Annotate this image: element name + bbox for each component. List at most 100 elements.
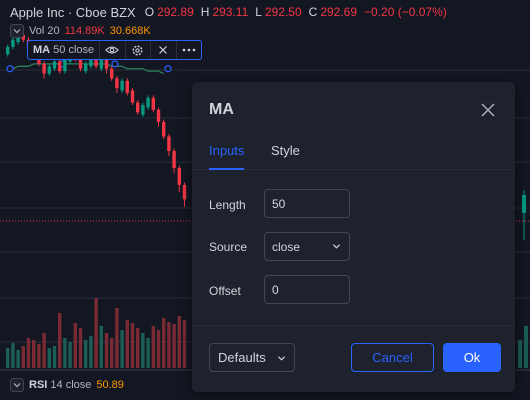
volume-bar bbox=[26, 338, 31, 368]
more-icon[interactable] bbox=[175, 41, 201, 59]
volume-bar bbox=[141, 333, 145, 368]
eye-icon[interactable] bbox=[99, 41, 124, 59]
source-select[interactable]: close bbox=[264, 232, 350, 261]
source-label: Source bbox=[209, 240, 248, 254]
ma-selection-handle bbox=[164, 65, 172, 73]
chevron-down-icon bbox=[277, 356, 286, 361]
source-value: close bbox=[272, 239, 301, 254]
offset-input[interactable]: 0 bbox=[264, 275, 350, 304]
candle-body bbox=[167, 136, 171, 151]
cancel-button[interactable]: Cancel bbox=[351, 343, 434, 372]
ok-button[interactable]: Ok bbox=[443, 343, 501, 372]
volume-bar bbox=[89, 336, 93, 368]
symbol-name[interactable]: Apple Inc · Cboe BZX bbox=[10, 5, 136, 20]
volume-bar bbox=[524, 326, 528, 368]
ma-name: MA bbox=[33, 44, 51, 56]
volume-bar bbox=[151, 326, 155, 368]
volume-bar bbox=[130, 323, 135, 368]
volume-name[interactable]: Vol 20 bbox=[29, 25, 60, 37]
rsi-legend: RSI 14 close 50.89 bbox=[10, 377, 124, 393]
candle-body bbox=[136, 102, 140, 113]
chevron-down-icon[interactable] bbox=[10, 378, 24, 392]
length-value: 50 bbox=[272, 196, 286, 211]
volume-bar bbox=[78, 328, 83, 368]
candle-body bbox=[99, 59, 103, 69]
tab-inputs[interactable]: Inputs bbox=[209, 143, 245, 170]
volume-bar bbox=[115, 308, 119, 368]
low-value: 292.50 bbox=[264, 5, 302, 19]
volume-bar bbox=[104, 333, 109, 368]
candle-body bbox=[63, 59, 67, 72]
open-label: O bbox=[144, 5, 155, 19]
symbol-legend: Apple Inc · Cboe BZX O 292.89 H 293.11 L 29… bbox=[10, 3, 451, 21]
close-icon[interactable] bbox=[479, 101, 497, 119]
candle-body bbox=[146, 97, 150, 108]
footer-divider bbox=[192, 325, 515, 326]
volume-bar bbox=[162, 318, 166, 368]
volume-bar bbox=[177, 316, 181, 368]
rsi-title[interactable]: RSI 14 close bbox=[29, 379, 91, 391]
volume-bar bbox=[99, 326, 103, 368]
volume-bar bbox=[6, 348, 10, 368]
candle-body bbox=[151, 97, 155, 110]
candle-body bbox=[6, 46, 10, 55]
volume-bar bbox=[16, 350, 20, 368]
volume-bar bbox=[110, 338, 114, 368]
open-value: 292.89 bbox=[157, 5, 194, 19]
volume-bar bbox=[73, 323, 77, 368]
candle-body bbox=[130, 90, 135, 103]
ma-selection-handle bbox=[111, 60, 119, 68]
candle-body bbox=[182, 184, 187, 200]
candle-body bbox=[84, 63, 88, 72]
volume-bar bbox=[120, 330, 124, 368]
volume-bar bbox=[84, 340, 88, 368]
defaults-dropdown[interactable]: Defaults bbox=[209, 343, 295, 372]
candle-body bbox=[104, 59, 109, 69]
candle-body bbox=[125, 80, 129, 93]
candle-body bbox=[52, 61, 57, 69]
candle-body bbox=[162, 121, 166, 137]
volume-bar bbox=[172, 324, 176, 368]
volume-bar bbox=[136, 328, 140, 368]
length-input[interactable]: 50 bbox=[264, 189, 350, 218]
volume-bar bbox=[11, 343, 15, 368]
candle-body bbox=[120, 80, 124, 91]
ma-params: 50 close bbox=[53, 44, 95, 56]
volume-bar bbox=[182, 320, 187, 368]
candle-body bbox=[172, 151, 176, 168]
close-icon[interactable] bbox=[150, 41, 175, 59]
close-label: C bbox=[308, 5, 318, 19]
high-label: H bbox=[200, 5, 210, 19]
ma-legend[interactable]: MA 50 close bbox=[27, 40, 202, 60]
volume-bar bbox=[146, 338, 150, 368]
change-value: −0.20 (−0.07%) bbox=[364, 5, 447, 19]
volume-bar bbox=[42, 333, 46, 368]
volume-bar bbox=[21, 346, 25, 368]
candle-body bbox=[115, 78, 119, 89]
high-value: 293.11 bbox=[212, 5, 249, 19]
candle-body bbox=[42, 63, 46, 74]
volume-bar bbox=[32, 340, 36, 368]
tab-style[interactable]: Style bbox=[271, 143, 300, 170]
volume-bar bbox=[156, 330, 161, 368]
ma-selection-handle bbox=[6, 65, 14, 73]
volume-bar bbox=[52, 346, 57, 368]
candle-body bbox=[58, 61, 62, 72]
volume-bar bbox=[68, 342, 72, 368]
indicator-settings-dialog: MA Inputs Style Length 50 Source close O… bbox=[192, 82, 515, 392]
chevron-down-icon[interactable] bbox=[10, 24, 24, 38]
rsi-name: RSI bbox=[29, 379, 48, 391]
volume-bar bbox=[58, 313, 62, 368]
volume-bar bbox=[125, 320, 129, 368]
volume-bar bbox=[167, 322, 171, 368]
volume-value: 114.89K bbox=[64, 25, 105, 37]
rsi-value: 50.89 bbox=[96, 379, 124, 391]
close-value: 292.69 bbox=[320, 5, 358, 19]
gear-icon[interactable] bbox=[124, 41, 150, 59]
low-label: L bbox=[255, 5, 262, 19]
volume-bar bbox=[47, 348, 51, 368]
offset-label: Offset bbox=[209, 284, 241, 298]
ma-legend-title[interactable]: MA 50 close bbox=[28, 44, 99, 56]
volume-legend: Vol 20 114.89K 30.668K bbox=[10, 23, 151, 39]
chevron-down-icon bbox=[332, 244, 341, 249]
